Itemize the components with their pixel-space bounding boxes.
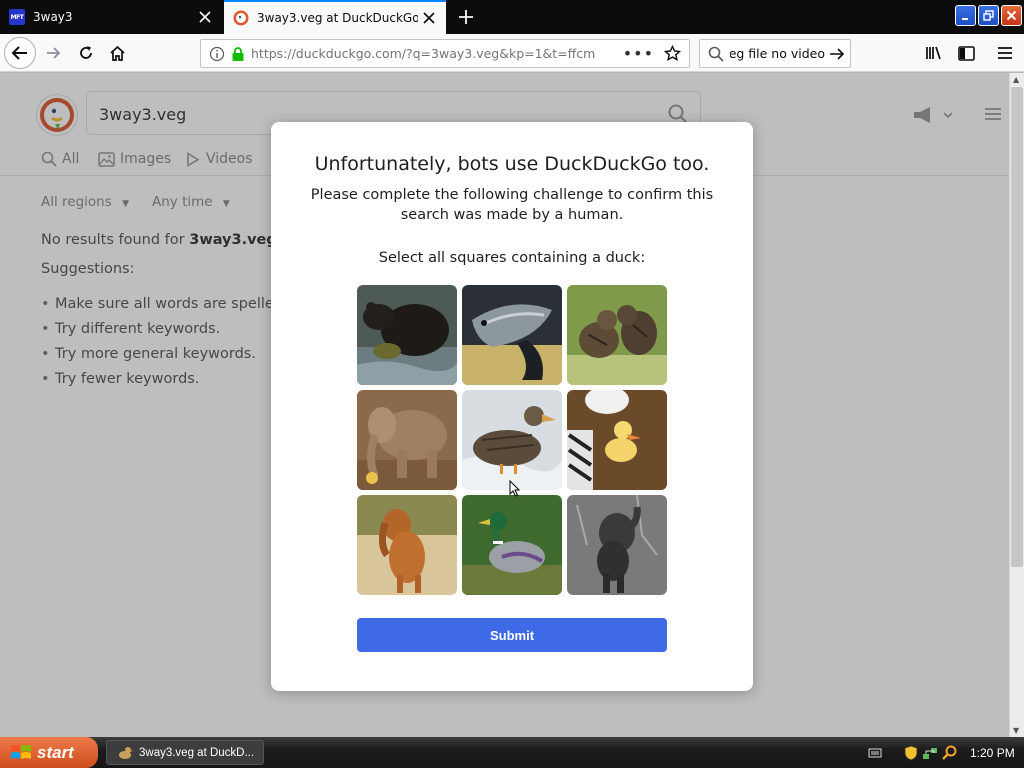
page-scrollbar[interactable]: ▲ ▼ <box>1009 73 1024 737</box>
taskbar-item-label: 3way3.veg at DuckD... <box>139 746 255 759</box>
mouse-cursor-icon <box>509 480 521 497</box>
baby-elephant-image <box>567 495 667 595</box>
back-button[interactable] <box>4 37 36 69</box>
captcha-tile-dog[interactable] <box>357 495 457 595</box>
duck-app-icon <box>119 746 133 759</box>
tab-3way3[interactable]: MFT 3way3 <box>0 0 222 34</box>
cats-image <box>567 285 667 385</box>
new-tab-button[interactable] <box>452 0 480 34</box>
scroll-down-arrow-icon[interactable]: ▼ <box>1013 726 1019 735</box>
reload-icon <box>80 46 92 59</box>
menu-button[interactable] <box>989 37 1021 69</box>
duckduckgo-favicon-icon <box>233 10 249 26</box>
bear-image <box>357 285 457 385</box>
challenge-prompt: Select all squares containing a duck: <box>378 250 646 266</box>
mft-favicon-icon: MFT <box>9 9 25 25</box>
url-text[interactable]: https://duckduckgo.com/?q=3way3.veg&kp=1… <box>251 46 623 61</box>
library-button[interactable] <box>918 37 950 69</box>
sidebar-icon <box>957 45 975 61</box>
close-icon <box>1006 10 1017 21</box>
scrollbar-thumb[interactable] <box>1011 87 1023 567</box>
clock[interactable]: 1:20 PM <box>970 746 1015 760</box>
start-label: start <box>37 742 74 762</box>
info-icon[interactable] <box>209 46 225 62</box>
search-bar[interactable]: veg file no video <box>699 39 851 68</box>
captcha-tile-fish[interactable] <box>462 285 562 385</box>
keyboard-icon[interactable] <box>868 747 882 759</box>
captcha-tile-duck[interactable] <box>462 390 562 490</box>
url-bar[interactable]: https://duckduckgo.com/?q=3way3.veg&kp=1… <box>200 39 690 68</box>
captcha-tile-duckling[interactable] <box>567 390 667 490</box>
submit-button[interactable]: Submit <box>357 618 667 652</box>
library-icon <box>926 46 941 60</box>
favicon-text: MFT <box>10 13 24 21</box>
windows-logo-icon <box>11 744 31 759</box>
modal-description: Please complete the following challenge … <box>310 187 714 223</box>
forward-button[interactable] <box>38 37 70 69</box>
go-arrow-icon[interactable] <box>829 46 845 62</box>
captcha-tile-elephant[interactable] <box>357 390 457 490</box>
network-icon[interactable] <box>922 745 938 761</box>
dog-image <box>357 495 457 595</box>
duck-image <box>462 390 562 490</box>
close-tab-icon[interactable] <box>194 6 216 28</box>
mallard-image <box>462 495 562 595</box>
navigation-toolbar: https://duckduckgo.com/?q=3way3.veg&kp=1… <box>0 34 1024 72</box>
restore-window-button[interactable] <box>978 5 999 26</box>
captcha-tile-baby-elephant[interactable] <box>567 495 667 595</box>
elephant-image <box>357 390 457 490</box>
search-tray-icon[interactable] <box>942 745 958 761</box>
minimize-window-button[interactable] <box>955 5 976 26</box>
duckling-image <box>567 390 667 490</box>
captcha-tile-bear[interactable] <box>357 285 457 385</box>
arrow-right-icon <box>47 47 61 59</box>
minimize-icon <box>961 17 968 20</box>
start-button[interactable]: start <box>0 737 98 768</box>
captcha-grid <box>357 285 667 595</box>
close-tab-icon[interactable] <box>418 7 440 29</box>
scroll-up-arrow-icon[interactable]: ▲ <box>1013 75 1019 84</box>
windows-taskbar: start 3way3.veg at DuckD... 1:20 PM <box>0 737 1024 768</box>
hamburger-menu-icon <box>998 47 1012 59</box>
taskbar-item-firefox[interactable]: 3way3.veg at DuckD... <box>106 740 264 765</box>
security-shield-icon[interactable] <box>904 745 918 761</box>
close-window-button[interactable] <box>1001 5 1022 26</box>
arrow-left-icon <box>11 46 27 60</box>
tab-strip: MFT 3way3 3way3.veg at DuckDuckGo <box>0 0 1024 34</box>
captcha-modal: Unfortunately, bots use DuckDuckGo too. … <box>271 122 753 691</box>
tab-duckduckgo[interactable]: 3way3.veg at DuckDuckGo <box>224 0 446 34</box>
search-bar-text[interactable]: veg file no video <box>730 46 825 61</box>
system-tray: 1:20 PM <box>860 737 1024 768</box>
sidebar-button[interactable] <box>950 37 982 69</box>
captcha-tile-mallard[interactable] <box>462 495 562 595</box>
lock-icon[interactable] <box>231 46 245 62</box>
restore-icon <box>983 10 994 21</box>
star-icon[interactable] <box>664 45 681 62</box>
search-icon <box>708 46 724 62</box>
captcha-tile-cats[interactable] <box>567 285 667 385</box>
home-button[interactable] <box>101 37 133 69</box>
reload-button[interactable] <box>70 37 102 69</box>
modal-title: Unfortunately, bots use DuckDuckGo too. <box>314 153 710 175</box>
fish-image <box>462 285 562 385</box>
home-icon <box>109 45 125 61</box>
page-actions-icon[interactable]: ••• <box>623 44 654 63</box>
tab-title: 3way3.veg at DuckDuckGo <box>257 11 418 25</box>
plus-icon <box>459 10 473 24</box>
tab-title: 3way3 <box>33 10 73 24</box>
